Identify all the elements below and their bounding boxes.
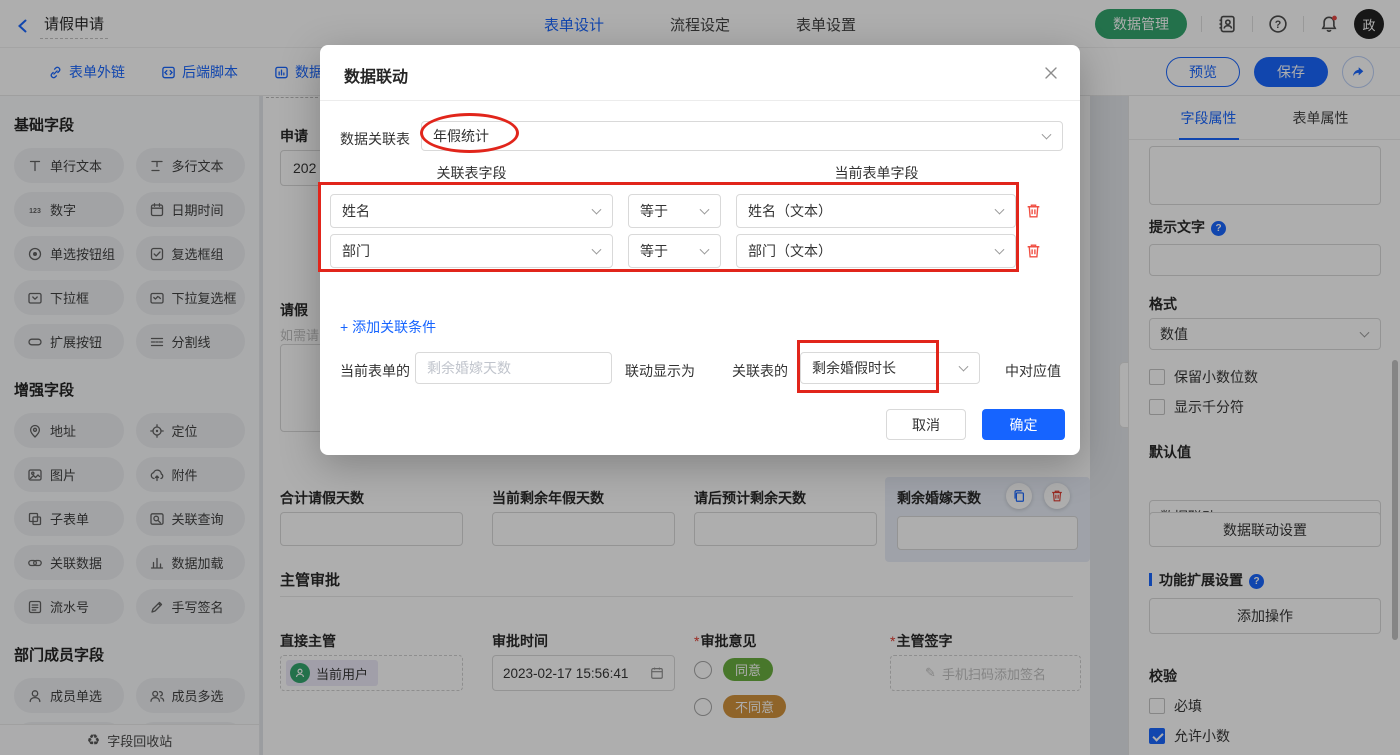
chevron-down-icon	[591, 204, 602, 215]
condition-operator-value: 等于	[640, 243, 668, 259]
chevron-down-icon	[958, 361, 969, 372]
condition-operator-value: 等于	[640, 203, 668, 219]
relation-table-value: 年假统计	[433, 128, 489, 144]
condition-left-value: 部门	[342, 243, 370, 259]
related-field-value: 剩余婚假时长	[812, 360, 896, 376]
condition-operator-select[interactable]: 等于	[628, 194, 721, 228]
condition-right-value: 姓名（文本）	[748, 203, 832, 219]
suffix-label: 中对应值	[1005, 363, 1061, 379]
modal-header-divider	[320, 100, 1080, 101]
related-table-label: 关联表的	[732, 363, 788, 379]
add-condition-link[interactable]: + 添加关联条件	[340, 317, 436, 337]
relation-table-label: 数据关联表	[340, 131, 410, 147]
chevron-down-icon	[1041, 129, 1052, 140]
confirm-button[interactable]: 确定	[982, 409, 1065, 440]
column-header-related-fields: 关联表字段	[436, 165, 507, 181]
close-icon[interactable]	[1042, 64, 1060, 82]
condition-right-select[interactable]: 姓名（文本）	[736, 194, 1016, 228]
delete-condition-icon[interactable]	[1025, 202, 1042, 220]
chevron-down-icon	[699, 244, 710, 255]
condition-left-select[interactable]: 部门	[330, 234, 613, 268]
chevron-down-icon	[994, 244, 1005, 255]
cancel-button[interactable]: 取消	[886, 409, 966, 440]
chevron-down-icon	[591, 244, 602, 255]
relation-table-select[interactable]: 年假统计	[421, 121, 1063, 151]
related-field-select[interactable]: 剩余婚假时长	[800, 352, 980, 384]
column-header-current-fields: 当前表单字段	[834, 165, 919, 181]
data-linkage-modal: 数据联动 数据关联表 年假统计 关联表字段 当前表单字段 姓名 等于 姓名（文本…	[320, 45, 1080, 455]
delete-condition-icon[interactable]	[1025, 242, 1042, 260]
current-form-label: 当前表单的	[340, 363, 410, 379]
condition-left-select[interactable]: 姓名	[330, 194, 613, 228]
condition-right-select[interactable]: 部门（文本）	[736, 234, 1016, 268]
chevron-down-icon	[994, 204, 1005, 215]
display-as-label: 联动显示为	[625, 363, 695, 379]
modal-title: 数据联动	[344, 69, 409, 86]
current-field-input[interactable]: 剩余婚嫁天数	[415, 352, 612, 384]
condition-operator-select[interactable]: 等于	[628, 234, 721, 268]
condition-left-value: 姓名	[342, 203, 370, 219]
chevron-down-icon	[699, 204, 710, 215]
condition-right-value: 部门（文本）	[748, 243, 832, 259]
